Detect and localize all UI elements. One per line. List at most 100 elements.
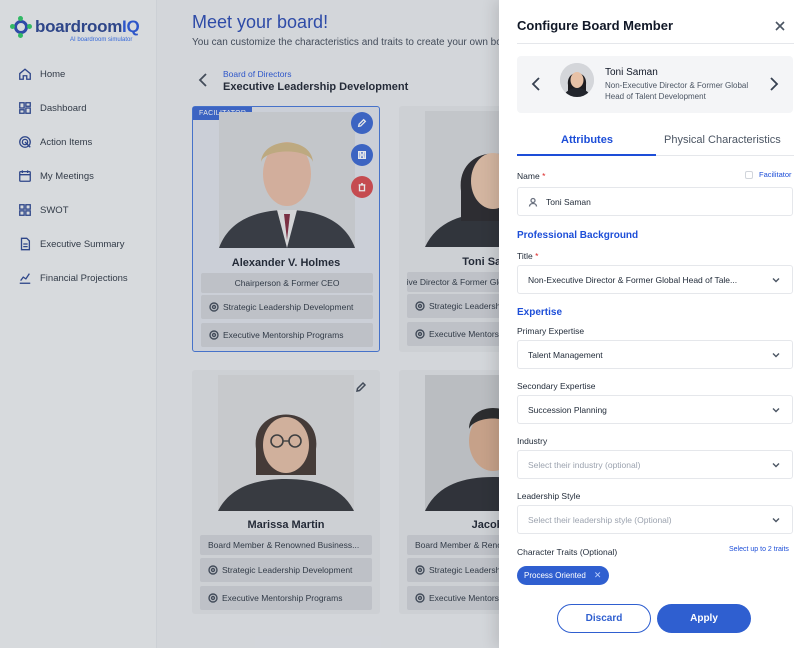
edit-member-button[interactable] <box>355 380 367 392</box>
chevron-down-icon <box>772 516 780 524</box>
tab-physical-characteristics[interactable]: Physical Characteristics <box>664 134 781 146</box>
board-member-card[interactable]: Marissa Martin Board Member & Renowned B… <box>192 370 380 614</box>
sidebar-item-label: Dashboard <box>40 102 87 114</box>
grid-icon <box>19 204 31 216</box>
dashboard-icon <box>19 102 31 114</box>
page-subtitle: You can customize the characteristics an… <box>192 37 517 48</box>
expertise-tag: Executive Mentorship Programs <box>200 586 372 610</box>
name-label: Name * <box>517 171 546 181</box>
sidebar-item-financial-projections[interactable]: Financial Projections <box>18 261 128 295</box>
sidebar-item-dashboard[interactable]: Dashboard <box>18 91 128 125</box>
chevron-down-icon <box>772 351 780 359</box>
traits-hint: Select up to 2 traits <box>729 546 789 553</box>
delete-member-button[interactable] <box>351 176 373 198</box>
member-selector: Toni Saman Non-Executive Director & Form… <box>517 56 793 113</box>
sidebar-item-label: SWOT <box>40 204 69 216</box>
discard-button[interactable]: Discard <box>557 604 651 633</box>
target-icon <box>415 301 425 311</box>
board-member-card[interactable]: FACILITATOR Alexander V. Holmes Chairper… <box>192 106 380 352</box>
close-icon <box>775 21 785 31</box>
chevron-down-icon <box>772 461 780 469</box>
trash-icon <box>358 183 366 192</box>
sidebar-item-home[interactable]: Home <box>18 57 128 91</box>
save-member-button[interactable] <box>351 144 373 166</box>
target-icon <box>415 593 425 603</box>
brand-name: boardroomIQ <box>35 17 140 36</box>
target-icon <box>19 136 31 148</box>
calendar-icon <box>19 170 31 182</box>
chevron-down-icon <box>772 276 780 284</box>
member-name: Toni Saman <box>605 67 658 78</box>
expertise-tag: Executive Mentorship Programs <box>201 323 373 347</box>
chevron-left-icon <box>198 73 207 87</box>
sidebar-nav: Home Dashboard Action Items My Meetings … <box>18 57 128 295</box>
pencil-icon <box>357 118 367 128</box>
sidebar-item-label: Executive Summary <box>40 238 125 250</box>
avatar <box>560 63 594 97</box>
save-icon <box>358 151 366 159</box>
next-member-button[interactable] <box>769 77 779 91</box>
leadership-style-label: Leadership Style <box>517 491 581 501</box>
back-button[interactable] <box>197 72 209 88</box>
chevron-right-icon <box>770 77 779 91</box>
sidebar-item-swot[interactable]: SWOT <box>18 193 128 227</box>
chevron-down-icon <box>772 406 780 414</box>
secondary-expertise-label: Secondary Expertise <box>517 381 596 391</box>
tab-active-indicator <box>517 154 656 156</box>
home-icon <box>19 68 31 80</box>
member-title: Chairperson & Former CEO <box>201 273 373 293</box>
name-field[interactable]: Toni Saman <box>517 187 793 216</box>
previous-member-button[interactable] <box>531 77 541 91</box>
secondary-expertise-select[interactable]: Succession Planning <box>517 395 793 424</box>
breadcrumb[interactable]: Board of Directors <box>223 69 292 79</box>
logo[interactable]: boardroomIQ <box>10 16 140 38</box>
industry-label: Industry <box>517 436 548 446</box>
target-icon <box>415 329 425 339</box>
board-name: Executive Leadership Development <box>223 81 409 93</box>
member-title: Board Member & Renowned Business... <box>200 535 372 555</box>
member-photo <box>218 375 354 511</box>
target-icon <box>209 330 219 340</box>
expertise-tag: Strategic Leadership Development <box>200 558 372 582</box>
divider <box>517 43 794 44</box>
target-icon <box>209 302 219 312</box>
member-photo <box>219 112 355 248</box>
leadership-style-select[interactable]: Select their leadership style (Optional) <box>517 505 793 534</box>
sidebar-item-executive-summary[interactable]: Executive Summary <box>18 227 128 261</box>
sidebar-item-label: Financial Projections <box>40 272 128 284</box>
primary-expertise-label: Primary Expertise <box>517 326 585 336</box>
facilitator-checkbox[interactable]: Facilitator <box>745 170 792 179</box>
primary-expertise-select[interactable]: Talent Management <box>517 340 793 369</box>
industry-select[interactable]: Select their industry (optional) <box>517 450 793 479</box>
configure-member-panel: Configure Board Member Toni Saman Non-Ex… <box>499 0 812 648</box>
remove-trait-icon[interactable]: ✕ <box>594 570 602 581</box>
trait-chip[interactable]: Process Oriented ✕ <box>517 566 610 585</box>
sidebar-item-label: Action Items <box>40 136 93 148</box>
section-professional-background: Professional Background <box>517 230 639 241</box>
sidebar-item-label: My Meetings <box>40 170 94 182</box>
sidebar-item-label: Home <box>40 68 66 80</box>
document-icon <box>20 237 31 251</box>
expertise-tag: Strategic Leadership Development <box>201 295 373 319</box>
target-icon <box>415 565 425 575</box>
section-expertise: Expertise <box>517 307 563 318</box>
user-icon <box>528 197 538 207</box>
sidebar-item-my-meetings[interactable]: My Meetings <box>18 159 128 193</box>
apply-button[interactable]: Apply <box>657 604 751 633</box>
target-icon <box>208 565 218 575</box>
tab-attributes[interactable]: Attributes <box>561 134 613 146</box>
edit-member-button[interactable] <box>351 112 373 134</box>
member-name: Marissa Martin <box>247 519 325 531</box>
title-select[interactable]: Non-Executive Director & Former Global H… <box>517 265 793 294</box>
panel-title: Configure Board Member <box>517 18 674 33</box>
sidebar-item-action-items[interactable]: Action Items <box>18 125 128 159</box>
page-title: Meet your board! <box>192 12 329 32</box>
target-icon <box>208 593 218 603</box>
logo-icon <box>10 16 32 38</box>
title-label: Title * <box>517 251 539 261</box>
pencil-icon <box>356 381 367 392</box>
chart-icon <box>19 273 31 284</box>
member-title: Non-Executive Director & Former Global H… <box>605 81 749 101</box>
close-button[interactable] <box>774 19 786 31</box>
brand-tagline: AI boardroom simulator <box>70 37 133 43</box>
